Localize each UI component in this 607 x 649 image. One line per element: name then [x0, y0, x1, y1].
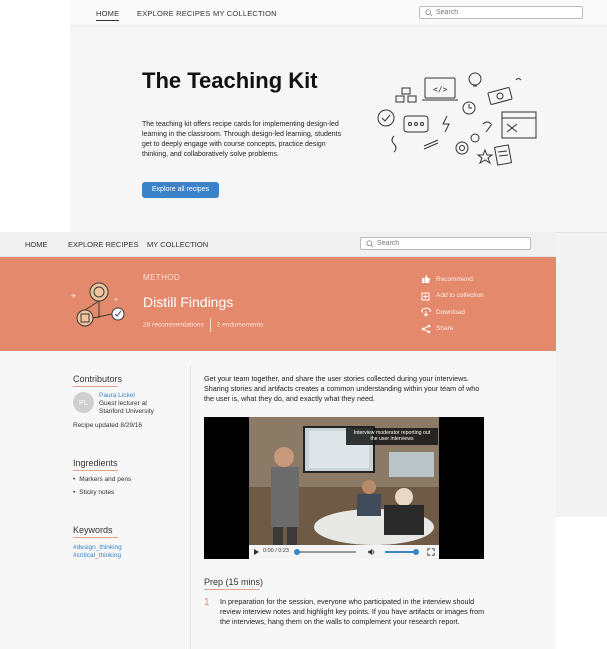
video-progress-bar[interactable]: [296, 551, 356, 553]
sidebar-divider: [190, 366, 191, 649]
hero-description: The teaching kit offers recipe cards for…: [142, 121, 342, 158]
video-caption: Interview moderator reporting out the us…: [346, 428, 438, 445]
keywords-heading: Keywords: [73, 525, 113, 535]
top-navbar: HOME EXPLORE RECIPES MY COLLECTION: [70, 0, 607, 26]
nav-home-link[interactable]: HOME: [96, 9, 120, 21]
recipe-navbar: HOME EXPLORE RECIPES MY COLLECTION: [0, 232, 556, 257]
add-to-collection-icon: [421, 292, 430, 301]
recipe-kicker: METHOD: [143, 273, 181, 282]
search-input[interactable]: [436, 7, 576, 18]
add-to-collection-action[interactable]: Add to collection: [421, 288, 484, 305]
download-icon: [421, 307, 431, 317]
search-box[interactable]: [360, 237, 531, 250]
heading-underline: [73, 386, 118, 387]
step-text: In preparation for the session, everyone…: [220, 597, 485, 626]
download-action[interactable]: Download: [421, 304, 484, 321]
endorsements-count: 2 endorsements: [216, 321, 264, 329]
play-button[interactable]: [254, 548, 259, 555]
video-time: 0:00 / 0:23: [263, 548, 289, 554]
contributor-role: Guest lecturer at Stanford University: [99, 400, 154, 415]
share-icon: [421, 324, 431, 334]
keyword-link-critical-thinking[interactable]: #critical_thinking: [73, 552, 121, 559]
share-label: Share: [436, 325, 454, 333]
download-label: Download: [436, 308, 465, 316]
avatar: PL: [73, 392, 94, 413]
add-to-collection-label: Add to collection: [436, 292, 484, 300]
teaching-kit-illustration: </>: [377, 72, 537, 166]
heading-underline: [204, 589, 260, 590]
explore-all-recipes-button[interactable]: Explore all recipes: [142, 182, 219, 198]
recipe-stats: 28 recommendations 2 endorsements: [143, 318, 263, 332]
search-icon: [425, 9, 433, 17]
nav-collection-link[interactable]: MY COLLECTION: [213, 9, 277, 18]
search-box[interactable]: [419, 6, 583, 19]
volume-knob[interactable]: [413, 549, 419, 555]
prep-heading: Prep (15 mins): [204, 577, 264, 587]
svg-text:+: +: [114, 297, 118, 304]
svg-text:</>: </>: [433, 85, 448, 94]
recommend-label: Recommend: [436, 275, 473, 283]
nav-home-link[interactable]: HOME: [25, 240, 48, 249]
contributors-heading: Contributors: [73, 374, 123, 384]
svg-text:+: +: [71, 291, 76, 301]
search-input[interactable]: [377, 238, 517, 249]
share-action[interactable]: Share: [421, 321, 484, 338]
video-progress-knob[interactable]: [294, 549, 300, 555]
recipe-updated-date: Recipe updated 8/29/16: [73, 422, 143, 429]
keyword-link-design-thinking[interactable]: #design_thinking: [73, 544, 122, 551]
volume-slider[interactable]: [385, 551, 415, 553]
heading-underline: [73, 470, 118, 471]
ingredients-list: Markers and pens Sticky notes: [73, 476, 131, 502]
step-number: 1: [204, 597, 210, 608]
recommend-action[interactable]: Recommend: [421, 271, 484, 288]
search-icon: [366, 240, 374, 248]
distill-findings-icon: + +: [71, 282, 125, 327]
nav-explore-link[interactable]: EXPLORE RECIPES: [137, 9, 210, 18]
nav-explore-link[interactable]: EXPLORE RECIPES: [68, 240, 138, 249]
nav-collection-link[interactable]: MY COLLECTION: [147, 240, 208, 249]
video-player[interactable]: [204, 417, 484, 559]
heading-underline: [73, 537, 118, 538]
volume-icon[interactable]: [367, 548, 376, 556]
background-window-edge: [556, 232, 607, 517]
ingredient-item: Markers and pens: [73, 476, 131, 489]
recommendations-count: 28 recommendations: [143, 321, 204, 329]
ingredient-item: Sticky notes: [73, 489, 131, 502]
fullscreen-icon[interactable]: [427, 548, 435, 556]
video-controls: 0:00 / 0:23: [249, 545, 439, 559]
ingredients-heading: Ingredients: [73, 458, 118, 468]
contributor-name-link[interactable]: Paura Lickel: [99, 392, 135, 399]
recipe-intro-text: Get your team together, and share the us…: [204, 374, 480, 403]
recipe-actions: Recommend Add to collection Download Sha…: [421, 271, 484, 337]
hero-title: The Teaching Kit: [142, 68, 318, 93]
recipe-title: Distill Findings: [143, 294, 234, 310]
thumbs-up-icon: [422, 275, 430, 284]
